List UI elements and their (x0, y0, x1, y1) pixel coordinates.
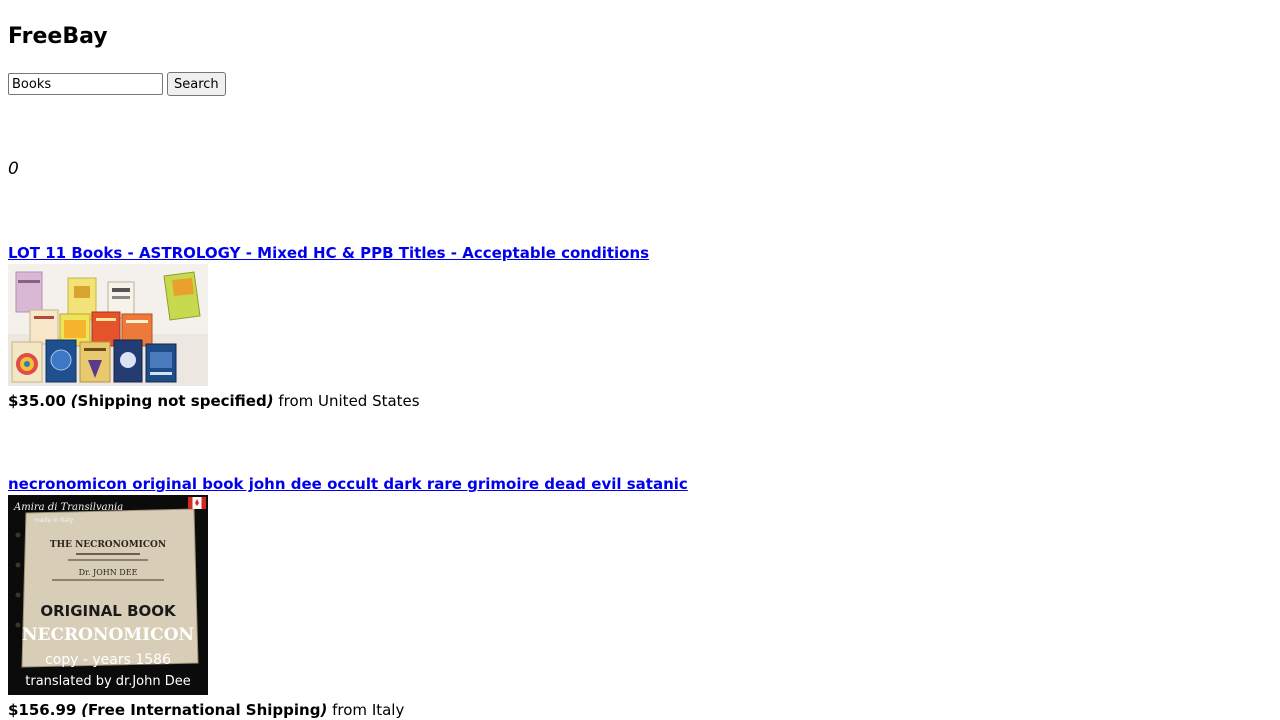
shipping-open-paren: ( (81, 701, 88, 719)
listing-shipping: Free International Shipping (87, 701, 321, 719)
page: FreeBay Search 0 LOT 11 Books - ASTROLOG… (0, 0, 1280, 720)
shipping-close-paren: ) (266, 392, 274, 410)
listing-item: LOT 11 Books - ASTROLOGY - Mixed HC & PP… (8, 242, 649, 412)
image-brand-text: Amira di Transilvania (13, 502, 123, 513)
listing-from-label: from (332, 701, 368, 719)
image-page-title-text: THE NECRONOMICON (50, 540, 166, 550)
listing-thumbnail[interactable] (8, 264, 208, 386)
necronomicon-book-image: Amira di Transilvania made in Italy THE … (8, 495, 208, 695)
image-caption-line1: ORIGINAL BOOK (40, 602, 177, 620)
search-input[interactable] (8, 73, 163, 95)
listing-price-line: $156.99 (Free International Shipping) fr… (8, 699, 688, 720)
listing-thumbnail[interactable]: Amira di Transilvania made in Italy THE … (8, 495, 208, 695)
listing-price: $156.99 (8, 701, 77, 719)
listing-from-label: from (278, 392, 314, 410)
listing-location: Italy (371, 701, 405, 719)
image-page-author-text: Dr. JOHN DEE (79, 568, 138, 577)
site-title: FreeBay (8, 24, 108, 49)
shipping-open-paren: ( (70, 392, 78, 410)
astrology-books-image (8, 264, 208, 386)
listing-title-link[interactable]: LOT 11 Books - ASTROLOGY - Mixed HC & PP… (8, 242, 649, 264)
result-count: 0 (8, 159, 19, 179)
shipping-close-paren: ) (320, 701, 328, 719)
listing-price-line: $35.00 (Shipping not specified) from Uni… (8, 390, 649, 412)
listing-location: United States (318, 392, 420, 410)
image-caption-line4: translated by dr.John Dee (25, 674, 191, 689)
image-caption-line3: copy - years 1586 (45, 652, 171, 668)
listing-item: necronomicon original book john dee occu… (8, 473, 688, 720)
image-caption-line2: NECRONOMICON (22, 625, 194, 645)
listing-price: $35.00 (8, 392, 66, 410)
search-button[interactable]: Search (167, 72, 226, 96)
image-made-in-text: made in Italy (34, 517, 74, 524)
search-bar: Search (8, 72, 226, 96)
listing-title-link[interactable]: necronomicon original book john dee occu… (8, 473, 688, 495)
listing-shipping: Shipping not specified (77, 392, 267, 410)
